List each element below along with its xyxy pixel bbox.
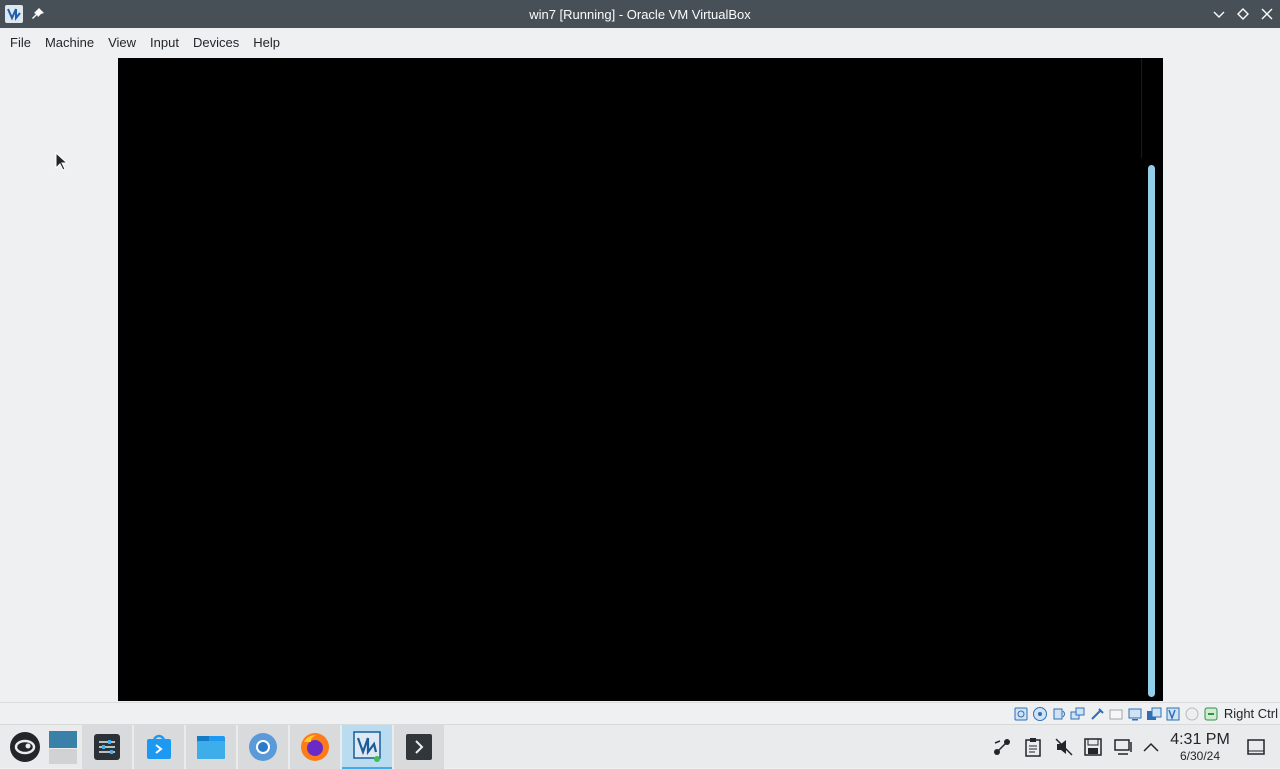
- tray-expand-icon[interactable]: [1142, 725, 1160, 769]
- video-capture-icon[interactable]: [1146, 706, 1162, 722]
- display-icon[interactable]: [1127, 706, 1143, 722]
- network-icon[interactable]: [1114, 725, 1134, 769]
- menu-bar: File Machine View Input Devices Help: [0, 28, 1280, 58]
- clock[interactable]: 4:31 PM 6/30/24: [1168, 730, 1232, 763]
- konsole-icon[interactable]: [394, 725, 444, 769]
- vm-divider: [1141, 58, 1142, 158]
- keyboard-capture-icon[interactable]: [1203, 706, 1219, 722]
- mouse-integration-icon[interactable]: [1184, 706, 1200, 722]
- system-settings-icon[interactable]: [82, 725, 132, 769]
- opensuse-launcher-icon[interactable]: [0, 725, 50, 769]
- chromium-icon[interactable]: [238, 725, 288, 769]
- vm-status-bar: Right Ctrl: [0, 702, 1280, 724]
- menu-input[interactable]: Input: [143, 28, 186, 58]
- dolphin-file-manager-icon[interactable]: [186, 725, 236, 769]
- usb-icon[interactable]: [1089, 706, 1105, 722]
- save-icon[interactable]: [1084, 725, 1102, 769]
- discover-icon[interactable]: [134, 725, 184, 769]
- volume-muted-icon[interactable]: [1054, 725, 1074, 769]
- network-icon[interactable]: [1070, 706, 1086, 722]
- audio-icon[interactable]: [1051, 706, 1067, 722]
- clock-date: 6/30/24: [1179, 749, 1221, 763]
- pin-icon[interactable]: [30, 6, 46, 22]
- show-desktop-icon[interactable]: [1247, 725, 1265, 769]
- vt-x-icon[interactable]: [1165, 706, 1181, 722]
- shared-folders-icon[interactable]: [1108, 706, 1124, 722]
- virtualbox-app-icon[interactable]: [4, 4, 24, 24]
- menu-machine[interactable]: Machine: [38, 28, 101, 58]
- menu-view[interactable]: View: [101, 28, 143, 58]
- hard-disk-icon[interactable]: [1013, 706, 1029, 722]
- vm-display-area[interactable]: [0, 58, 1280, 702]
- host-key-label: Right Ctrl: [1223, 706, 1278, 721]
- kde-connect-icon[interactable]: [992, 725, 1012, 769]
- minimize-icon[interactable]: [1210, 4, 1228, 24]
- close-icon[interactable]: [1258, 4, 1276, 24]
- firefox-icon[interactable]: [290, 725, 340, 769]
- taskbar: 4:31 PM 6/30/24: [0, 724, 1280, 769]
- title-bar[interactable]: win7 [Running] - Oracle VM VirtualBox: [0, 0, 1280, 28]
- menu-file[interactable]: File: [3, 28, 38, 58]
- vm-scrollbar[interactable]: [1148, 165, 1155, 697]
- menu-help[interactable]: Help: [246, 28, 287, 58]
- mouse-cursor-icon: [55, 151, 69, 177]
- pager-icon[interactable]: [46, 725, 80, 769]
- menu-devices[interactable]: Devices: [186, 28, 246, 58]
- maximize-icon[interactable]: [1234, 4, 1252, 24]
- window-title: win7 [Running] - Oracle VM VirtualBox: [529, 6, 751, 22]
- clipboard-icon[interactable]: [1024, 725, 1042, 769]
- virtualbox-icon[interactable]: [342, 725, 392, 769]
- clock-time: 4:31 PM: [1170, 731, 1230, 748]
- vm-screen[interactable]: [118, 58, 1163, 701]
- optical-drive-icon[interactable]: [1032, 706, 1048, 722]
